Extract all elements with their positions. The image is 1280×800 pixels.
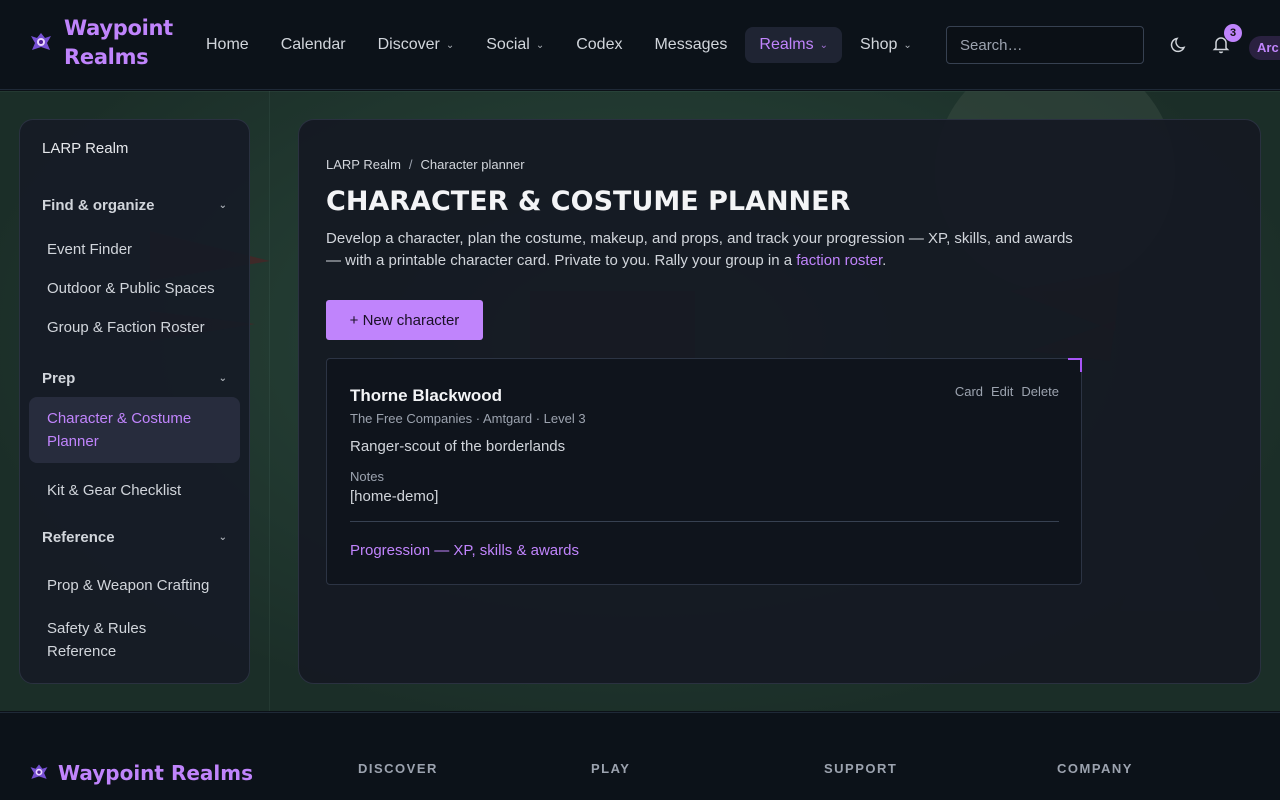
intro-text: Develop a character, plan the costume, m… xyxy=(326,228,1086,272)
footer-brand-name: Waypoint Realms xyxy=(58,761,253,785)
main-panel: LARP Realm / Character planner CHARACTER… xyxy=(298,119,1261,684)
nav-discover[interactable]: Discover ⌄ xyxy=(364,27,469,63)
character-meta: The Free Companies · Amtgard · Level 3 xyxy=(350,411,586,426)
breadcrumb-current: Character planner xyxy=(420,157,525,172)
faction-roster-link[interactable]: faction roster xyxy=(796,252,882,269)
sidebar-item-outdoor-public-spaces[interactable]: Outdoor & Public Spaces xyxy=(29,267,240,310)
card-corner-accent xyxy=(1068,358,1082,372)
intro-body: Develop a character, plan the costume, m… xyxy=(326,230,1073,269)
character-name: Thorne Blackwood xyxy=(350,386,503,405)
delete-button[interactable]: Delete xyxy=(1021,384,1059,399)
footer: Waypoint Realms DISCOVER PLAY SUPPORT CO… xyxy=(0,712,1280,800)
card-actions: Card Edit Delete xyxy=(955,384,1059,399)
nav-messages[interactable]: Messages xyxy=(640,27,741,63)
nav-label: Realms xyxy=(759,36,814,53)
section-label: Find & organize xyxy=(42,196,155,214)
chevron-down-icon: ⌄ xyxy=(903,39,912,51)
card-divider xyxy=(350,521,1059,522)
footer-column-discover: DISCOVER xyxy=(358,761,438,776)
chevron-down-icon: ⌄ xyxy=(218,199,227,211)
breadcrumb: LARP Realm / Character planner xyxy=(326,157,525,172)
section-label: Prep xyxy=(42,369,76,387)
sidebar-item-safety-rules-reference[interactable]: Safety & Rules Reference xyxy=(29,607,204,673)
nav-label: Social xyxy=(486,36,530,53)
new-character-button[interactable]: + New character xyxy=(326,300,483,340)
brand-logo-icon xyxy=(30,764,48,779)
chevron-down-icon: ⌄ xyxy=(218,531,227,543)
sidebar-title[interactable]: LARP Realm xyxy=(20,136,249,166)
top-navigation-bar: Waypoint Realms Home Calendar Discover ⌄ … xyxy=(0,0,1280,90)
nav-social[interactable]: Social ⌄ xyxy=(472,27,558,63)
moon-icon[interactable] xyxy=(1170,34,1190,54)
sidebar-item-kit-gear-checklist[interactable]: Kit & Gear Checklist xyxy=(29,469,240,512)
nav-realms[interactable]: Realms ⌄ xyxy=(745,27,843,63)
brand[interactable]: Waypoint Realms xyxy=(28,14,184,72)
footer-column-play: PLAY xyxy=(591,761,631,776)
nav-home[interactable]: Home xyxy=(192,27,263,63)
sidebar-section-find-organize[interactable]: Find & organize ⌄ xyxy=(20,190,249,220)
brand-logo-icon xyxy=(31,33,51,50)
sidebar: LARP Realm Find & organize ⌄ Event Finde… xyxy=(19,119,250,684)
chevron-down-icon: ⌄ xyxy=(535,39,545,51)
footer-brand[interactable]: Waypoint Realms xyxy=(28,761,253,785)
character-card: Thorne Blackwood The Free Companies · Am… xyxy=(326,358,1082,585)
card-button[interactable]: Card xyxy=(955,384,983,399)
sidebar-item-group-faction-roster[interactable]: Group & Faction Roster xyxy=(29,306,240,349)
nav-label: Shop xyxy=(860,36,898,53)
chevron-down-icon: ⌄ xyxy=(819,39,829,51)
edit-button[interactable]: Edit xyxy=(991,384,1013,399)
user-menu-chip[interactable]: Arc xyxy=(1249,36,1280,60)
chevron-down-icon: ⌄ xyxy=(218,372,227,384)
sidebar-item-prop-weapon-crafting[interactable]: Prop & Weapon Crafting xyxy=(29,564,240,607)
breadcrumb-separator: / xyxy=(408,157,413,172)
nav-label: Home xyxy=(206,36,249,53)
section-label: Reference xyxy=(42,528,115,546)
search-input[interactable] xyxy=(946,26,1144,64)
nav-label: Discover xyxy=(377,36,440,53)
footer-column-company: COMPANY xyxy=(1057,761,1133,776)
notes-label: Notes xyxy=(350,469,384,484)
nav-label: Codex xyxy=(576,36,623,53)
sidebar-item-event-finder[interactable]: Event Finder xyxy=(29,228,240,271)
nav-label: Messages xyxy=(654,36,728,53)
character-description: Ranger-scout of the borderlands xyxy=(350,438,566,455)
breadcrumb-larp-realm[interactable]: LARP Realm xyxy=(326,157,401,172)
progression-link[interactable]: Progression — XP, skills & awards xyxy=(350,542,579,559)
notification-badge: 3 xyxy=(1224,24,1242,42)
nav-shop[interactable]: Shop ⌄ xyxy=(846,27,926,63)
main-nav: Home Calendar Discover ⌄ Social ⌄ Codex Me… xyxy=(192,27,930,63)
nav-codex[interactable]: Codex xyxy=(562,27,636,63)
sidebar-section-prep[interactable]: Prep ⌄ xyxy=(20,363,249,393)
footer-column-support: SUPPORT xyxy=(824,761,898,776)
notes-value: [home-demo] xyxy=(350,488,439,505)
nav-label: Calendar xyxy=(280,36,346,53)
page-title: CHARACTER & COSTUME PLANNER xyxy=(326,186,851,217)
nav-calendar[interactable]: Calendar xyxy=(267,27,360,63)
intro-end: . xyxy=(882,252,887,269)
sidebar-section-reference[interactable]: Reference ⌄ xyxy=(20,522,249,552)
brand-name: Waypoint Realms xyxy=(64,16,173,69)
chevron-down-icon: ⌄ xyxy=(445,39,455,51)
sidebar-item-character-costume-planner[interactable]: Character & Costume Planner xyxy=(29,397,240,463)
